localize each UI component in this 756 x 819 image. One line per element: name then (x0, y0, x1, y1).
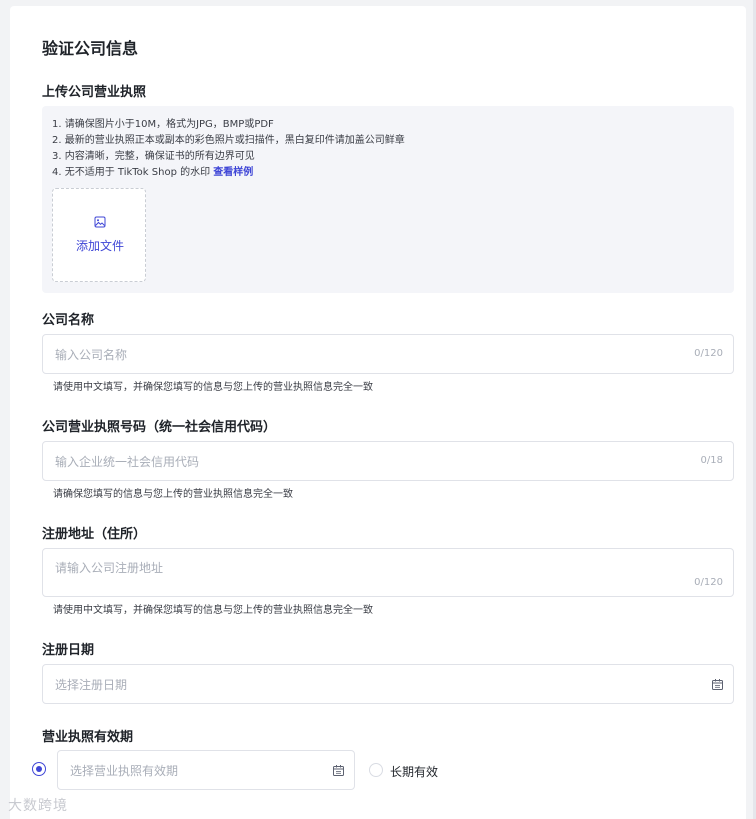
company-name-placeholder: 输入公司名称 (55, 348, 128, 362)
license-upload-label: 上传公司营业执照 (42, 85, 147, 100)
page-title: 验证公司信息 (42, 39, 139, 58)
credit-code-placeholder: 输入企业统一社会信用代码 (55, 455, 200, 469)
license-validity-placeholder: 选择营业执照有效期 (70, 764, 179, 778)
registration-date-picker[interactable]: 选择注册日期 (42, 664, 734, 704)
registered-address-label: 注册地址（住所） (42, 527, 147, 542)
license-validity-picker[interactable]: 选择营业执照有效期 (57, 750, 355, 790)
add-file-label: 添加文件 (75, 239, 124, 253)
credit-code-hint: 请确保您填写的信息与您上传的营业执照信息完全一致 (53, 489, 293, 500)
image-icon (94, 216, 106, 228)
view-sample-link[interactable]: 查看样例 (213, 167, 253, 178)
company-name-hint: 请使用中文填写，并确保您填写的信息与您上传的营业执照信息完全一致 (53, 382, 373, 393)
requirements-list: 1. 请确保图片小于10M，格式为JPG，BMP或PDF 2. 最新的营业执照正… (52, 117, 405, 181)
registration-date-placeholder: 选择注册日期 (55, 678, 128, 692)
watermark-text: 大数跨境 (8, 798, 68, 814)
license-validity-label: 营业执照有效期 (42, 730, 134, 745)
company-info-card: 验证公司信息 上传公司营业执照 1. 请确保图片小于10M，格式为JPG，BMP… (10, 6, 746, 819)
add-file-dropzone[interactable]: 添加文件 (52, 188, 146, 282)
company-name-input[interactable]: 输入公司名称 0/120 (42, 334, 734, 374)
company-name-counter: 0/120 (694, 348, 723, 359)
upload-panel: 1. 请确保图片小于10M，格式为JPG，BMP或PDF 2. 最新的营业执照正… (42, 106, 734, 293)
validity-date-radio[interactable] (32, 762, 46, 776)
company-name-label: 公司名称 (42, 313, 95, 328)
requirement-item: 1. 请确保图片小于10M，格式为JPG，BMP或PDF (52, 119, 274, 130)
registered-address-placeholder: 请输入公司注册地址 (55, 561, 164, 575)
credit-code-input[interactable]: 输入企业统一社会信用代码 0/18 (42, 441, 734, 481)
requirement-item: 4. 无不适用于 TikTok Shop 的水印 查看样例 (52, 165, 405, 181)
calendar-icon (333, 765, 344, 776)
registered-address-hint: 请使用中文填写，并确保您填写的信息与您上传的营业执照信息完全一致 (53, 605, 373, 616)
requirement-item: 2. 最新的营业执照正本或副本的彩色照片或扫描件，黑白复印件请加盖公司鲜章 (52, 135, 405, 146)
calendar-icon (712, 679, 723, 690)
long-term-label: 长期有效 (390, 765, 439, 779)
credit-code-counter: 0/18 (700, 455, 723, 466)
requirement-item: 3. 内容清晰，完整，确保证书的所有边界可见 (52, 151, 255, 162)
registration-date-label: 注册日期 (42, 643, 95, 658)
requirement-text: 4. 无不适用于 TikTok Shop 的水印 (52, 167, 211, 178)
long-term-radio[interactable] (369, 763, 383, 777)
credit-code-label: 公司营业执照号码（统一社会信用代码） (42, 420, 277, 435)
registered-address-textarea[interactable]: 请输入公司注册地址 0/120 (42, 548, 734, 597)
registered-address-counter: 0/120 (694, 577, 723, 588)
